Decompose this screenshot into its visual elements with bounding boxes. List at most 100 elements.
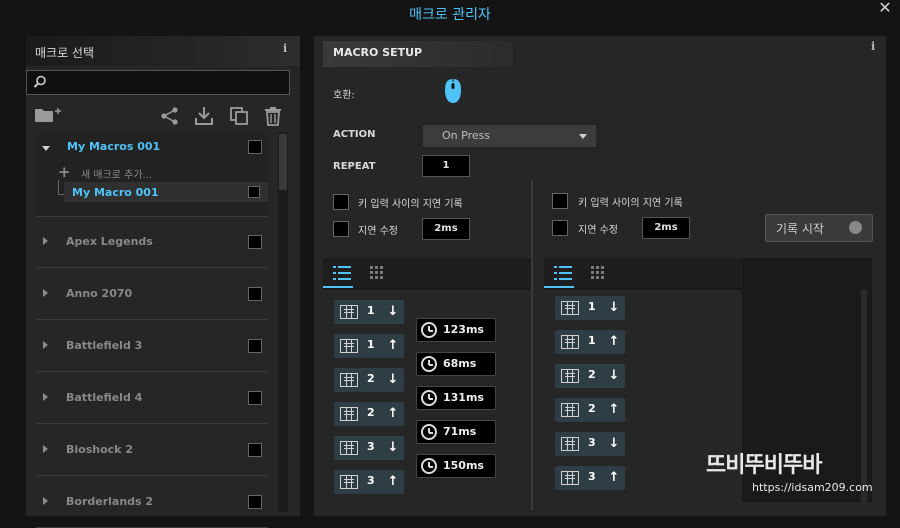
macro-group-row[interactable]: Borderlands 2 xyxy=(36,477,268,528)
macro-setup-panel: MACRO SETUP i 호환: ACTION On Press REPEAT… xyxy=(314,36,886,516)
start-record-button[interactable]: 기록 시작 xyxy=(765,214,873,242)
key-event-button[interactable]: 3 ↓ xyxy=(555,432,625,456)
key-label: 1 xyxy=(367,338,375,351)
macro-select-panel: 매크로 선택 i My Macros 001 + 새 매크로 추가... My … xyxy=(26,36,300,528)
download-icon[interactable] xyxy=(194,106,214,126)
clock-icon xyxy=(421,322,437,338)
keyboard-icon xyxy=(561,437,579,451)
key-event-button[interactable]: 2 ↑ xyxy=(334,402,404,426)
key-event-button[interactable]: 3 ↑ xyxy=(555,466,625,490)
key-event-button[interactable]: 1 ↑ xyxy=(334,334,404,358)
grid-view-icon[interactable] xyxy=(591,266,605,280)
macro-group-row[interactable]: Bioshock 2 xyxy=(36,425,268,476)
arrow-up-icon: ↑ xyxy=(387,474,399,489)
list-view-tabs xyxy=(323,258,531,288)
share-icon[interactable] xyxy=(160,106,180,126)
keyboard-icon xyxy=(561,471,579,485)
grid-view-icon[interactable] xyxy=(370,266,384,280)
key-event-button[interactable]: 1 ↓ xyxy=(555,296,625,320)
macro-group-name[interactable]: Apex Legends xyxy=(66,235,153,248)
search-input[interactable] xyxy=(26,70,290,95)
delay-value: 150ms xyxy=(443,459,484,472)
macro-group-row[interactable]: Battlefield 4 xyxy=(36,373,268,424)
macro-group-checkbox[interactable] xyxy=(248,235,262,249)
clock-icon xyxy=(421,424,437,440)
list-view-tabs xyxy=(544,258,742,288)
macro-group-name[interactable]: Bioshock 2 xyxy=(66,443,133,456)
key-event-button[interactable]: 3 ↑ xyxy=(334,470,404,494)
delay-value-input[interactable]: 2ms xyxy=(422,218,470,240)
arrow-up-icon: ↑ xyxy=(608,470,620,485)
macro-group-checkbox[interactable] xyxy=(248,443,262,457)
scrollbar-thumb[interactable] xyxy=(279,134,287,190)
delay-event-button[interactable]: 68ms xyxy=(416,352,496,376)
key-event-button[interactable]: 2 ↑ xyxy=(555,398,625,422)
key-event-button[interactable]: 1 ↑ xyxy=(555,330,625,354)
add-folder-icon[interactable] xyxy=(34,106,64,124)
delay-value-input[interactable]: 2ms xyxy=(642,217,690,239)
window-title: 매크로 관리자 xyxy=(409,7,491,23)
macro-group-expanded[interactable]: My Macros 001 + 새 매크로 추가... My Macro 001 xyxy=(36,132,268,217)
chevron-right-icon[interactable] xyxy=(43,341,48,349)
macro-group-checkbox[interactable] xyxy=(248,339,262,353)
key-event-button[interactable]: 1 ↓ xyxy=(334,300,404,324)
close-icon[interactable]: ✕ xyxy=(876,0,894,18)
chevron-right-icon[interactable] xyxy=(43,497,48,505)
macro-group-name[interactable]: Anno 2070 xyxy=(66,287,132,300)
key-label: 3 xyxy=(588,470,596,483)
selected-macro-checkbox[interactable] xyxy=(248,186,260,198)
key-event-button[interactable]: 2 ↓ xyxy=(334,368,404,392)
macro-group-row[interactable]: Anno 2070 xyxy=(36,269,268,320)
delay-event-button[interactable]: 71ms xyxy=(416,420,496,444)
delay-value: 123ms xyxy=(443,323,484,336)
scrollbar[interactable] xyxy=(861,290,867,502)
edit-delay-checkbox[interactable] xyxy=(333,221,349,237)
action-dropdown[interactable]: On Press xyxy=(422,124,597,148)
list-view-icon[interactable] xyxy=(554,266,572,280)
macro-group-row[interactable]: Battlefield 3 xyxy=(36,321,268,372)
macro-group-name[interactable]: Battlefield 4 xyxy=(66,391,142,404)
selected-macro-name[interactable]: My Macro 001 xyxy=(72,186,159,199)
macro-group-checkbox[interactable] xyxy=(248,287,262,301)
key-label: 1 xyxy=(588,334,596,347)
key-label: 2 xyxy=(588,368,596,381)
chevron-down-icon[interactable] xyxy=(42,146,50,151)
keyboard-icon xyxy=(561,301,579,315)
repeat-input[interactable]: 1 xyxy=(422,155,470,177)
macro-group-checkbox[interactable] xyxy=(248,391,262,405)
arrow-up-icon: ↑ xyxy=(387,406,399,421)
chevron-right-icon[interactable] xyxy=(43,237,48,245)
macro-group-checkbox[interactable] xyxy=(248,140,262,154)
copy-icon[interactable] xyxy=(229,106,249,126)
macro-group-name[interactable]: My Macros 001 xyxy=(67,140,160,153)
macro-group-name[interactable]: Battlefield 3 xyxy=(66,339,142,352)
active-tab-indicator xyxy=(323,286,353,288)
key-label: 1 xyxy=(367,304,375,317)
macro-group-row[interactable]: Apex Legends xyxy=(36,217,268,268)
edit-delay-checkbox[interactable] xyxy=(552,220,568,236)
key-event-button[interactable]: 3 ↓ xyxy=(334,436,404,460)
key-label: 3 xyxy=(588,436,596,449)
delay-event-button[interactable]: 123ms xyxy=(416,318,496,342)
chevron-right-icon[interactable] xyxy=(43,445,48,453)
keyboard-icon xyxy=(340,407,358,421)
selected-macro-row[interactable]: My Macro 001 xyxy=(64,182,268,202)
arrow-down-icon: ↓ xyxy=(387,304,399,319)
macro-group-name[interactable]: Borderlands 2 xyxy=(66,495,153,508)
chevron-right-icon[interactable] xyxy=(43,289,48,297)
keyboard-icon xyxy=(561,403,579,417)
record-delay-checkbox[interactable] xyxy=(552,193,568,209)
start-record-label: 기록 시작 xyxy=(776,222,824,236)
info-icon[interactable]: i xyxy=(283,42,287,55)
trash-icon[interactable] xyxy=(263,106,283,126)
key-event-button[interactable]: 2 ↓ xyxy=(555,364,625,388)
list-view-icon[interactable] xyxy=(333,266,351,280)
add-new-macro-link[interactable]: 새 매크로 추가... xyxy=(81,166,152,181)
record-delay-checkbox[interactable] xyxy=(333,194,349,210)
plus-icon[interactable]: + xyxy=(58,165,71,180)
info-icon[interactable]: i xyxy=(871,40,875,53)
delay-event-button[interactable]: 131ms xyxy=(416,386,496,410)
chevron-right-icon[interactable] xyxy=(43,393,48,401)
delay-event-button[interactable]: 150ms xyxy=(416,454,496,478)
clock-icon xyxy=(421,458,437,474)
